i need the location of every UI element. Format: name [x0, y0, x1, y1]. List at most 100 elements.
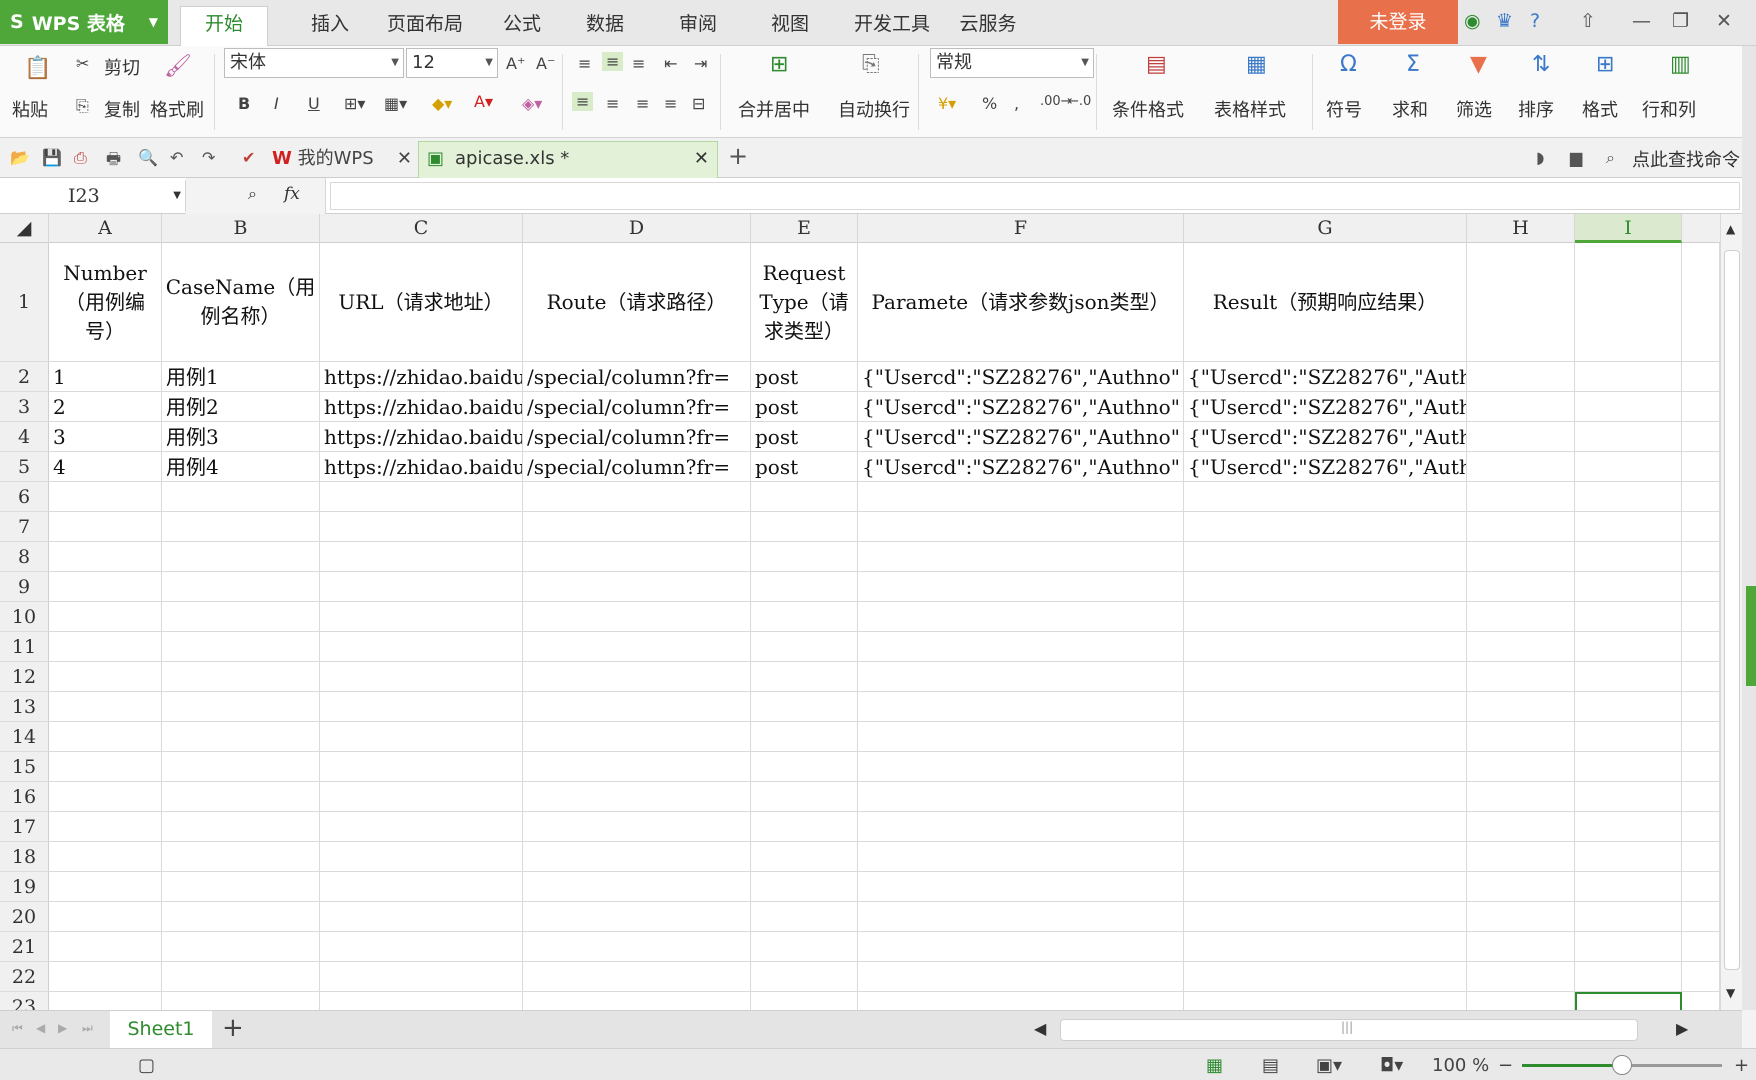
cell-i19[interactable] — [1575, 872, 1682, 902]
page-layout-view-icon[interactable]: ▣▾ — [1316, 1055, 1342, 1076]
cell-i14[interactable] — [1575, 722, 1682, 752]
cell-h11[interactable] — [1467, 632, 1575, 662]
cell-b3[interactable]: 用例2 — [162, 392, 320, 422]
cell-e16[interactable] — [751, 782, 858, 812]
number-format-select[interactable]: 常规 ▼ — [930, 48, 1094, 78]
formula-input[interactable] — [330, 182, 1740, 210]
row-header-7[interactable]: 7 — [0, 512, 49, 542]
cell-h8[interactable] — [1467, 542, 1575, 572]
cell-c3[interactable]: https://zhidao.baidu.com — [320, 392, 523, 422]
cell-i10[interactable] — [1575, 602, 1682, 632]
cell-c14[interactable] — [320, 722, 523, 752]
export-pdf-icon[interactable]: ⎙ — [74, 148, 87, 168]
cell-h15[interactable] — [1467, 752, 1575, 782]
cell-h5[interactable] — [1467, 452, 1575, 482]
cell-overflow19[interactable] — [1682, 872, 1720, 902]
cell-b20[interactable] — [162, 902, 320, 932]
font-name-select[interactable]: 宋体 ▼ — [224, 48, 404, 78]
filter-button[interactable]: 筛选 — [1456, 96, 1492, 122]
column-header-d[interactable]: D — [523, 214, 751, 243]
save-icon[interactable]: 💾 — [42, 148, 62, 167]
column-header-c[interactable]: C — [320, 214, 523, 243]
fullscreen-icon[interactable]: ◘▾ — [1380, 1055, 1403, 1076]
cell-a17[interactable] — [49, 812, 162, 842]
indent-increase-icon[interactable]: ⇥ — [694, 54, 707, 73]
cell-c13[interactable] — [320, 692, 523, 722]
cell-i15[interactable] — [1575, 752, 1682, 782]
italic-button[interactable]: I — [274, 94, 279, 113]
cell-a8[interactable] — [49, 542, 162, 572]
copy-button[interactable]: 复制 — [104, 96, 140, 122]
cell-overflow23[interactable] — [1682, 992, 1720, 1010]
cell-i9[interactable] — [1575, 572, 1682, 602]
cell-b23[interactable] — [162, 992, 320, 1010]
cell-h21[interactable] — [1467, 932, 1575, 962]
cell-i6[interactable] — [1575, 482, 1682, 512]
row-header-11[interactable]: 11 — [0, 632, 49, 662]
cell-d11[interactable] — [523, 632, 751, 662]
fill-pattern-icon[interactable]: ▦▾ — [384, 94, 407, 113]
vertical-scroll-thumb[interactable] — [1724, 250, 1740, 970]
cell-a23[interactable] — [49, 992, 162, 1010]
cell-e13[interactable] — [751, 692, 858, 722]
merge-center-icon[interactable]: ⊞ — [770, 52, 788, 77]
tab-developer[interactable]: 开发工具 — [842, 8, 942, 46]
cell-f3[interactable]: {"Usercd":"SZ28276","Authno" — [858, 392, 1184, 422]
indent-decrease-icon[interactable]: ⇤ — [664, 54, 677, 73]
cell-g14[interactable] — [1184, 722, 1467, 752]
tab-home[interactable]: 开始 — [180, 6, 268, 46]
cell-b5[interactable]: 用例4 — [162, 452, 320, 482]
comment-icon[interactable]: ▆ — [1570, 148, 1582, 167]
cell-c20[interactable] — [320, 902, 523, 932]
cell-h7[interactable] — [1467, 512, 1575, 542]
cell-i11[interactable] — [1575, 632, 1682, 662]
cell-h3[interactable] — [1467, 392, 1575, 422]
cell-b10[interactable] — [162, 602, 320, 632]
cell-g16[interactable] — [1184, 782, 1467, 812]
cell-d19[interactable] — [523, 872, 751, 902]
cell-f21[interactable] — [858, 932, 1184, 962]
font-size-select[interactable]: 12 ▼ — [406, 48, 498, 78]
cell-e2[interactable]: post — [751, 362, 858, 392]
cell-d7[interactable] — [523, 512, 751, 542]
row-header-17[interactable]: 17 — [0, 812, 49, 842]
normal-view-icon[interactable]: ▦ — [1206, 1055, 1223, 1076]
app-menu-button[interactable]: S WPS 表格 ▼ — [0, 0, 168, 44]
column-header-f[interactable]: F — [858, 214, 1184, 243]
cell-g23[interactable] — [1184, 992, 1467, 1010]
row-header-1[interactable]: 1 — [0, 243, 49, 362]
cell-f10[interactable] — [858, 602, 1184, 632]
cell-h23[interactable] — [1467, 992, 1575, 1010]
cell-a15[interactable] — [49, 752, 162, 782]
cell-i22[interactable] — [1575, 962, 1682, 992]
cell-overflow22[interactable] — [1682, 962, 1720, 992]
zoom-search-icon[interactable]: ⌕ — [248, 184, 257, 204]
cell-e12[interactable] — [751, 662, 858, 692]
scroll-down-icon[interactable]: ▼ — [1726, 986, 1735, 1000]
cell-e21[interactable] — [751, 932, 858, 962]
cell-b12[interactable] — [162, 662, 320, 692]
cell-g18[interactable] — [1184, 842, 1467, 872]
page-break-view-icon[interactable]: ▤ — [1262, 1055, 1279, 1076]
distribute-icon[interactable]: ⊟ — [692, 94, 705, 113]
cell-overflow5[interactable] — [1682, 452, 1720, 482]
browser-icon[interactable]: ◉ — [1464, 10, 1481, 32]
align-bottom-icon[interactable]: ≡ — [632, 54, 645, 73]
cell-overflow18[interactable] — [1682, 842, 1720, 872]
sheet-tab-sheet1[interactable]: Sheet1 — [110, 1011, 212, 1049]
cell-a10[interactable] — [49, 602, 162, 632]
fill-color-icon[interactable]: ◆▾ — [432, 94, 452, 113]
align-left-icon[interactable]: ≡ — [572, 92, 594, 111]
header-cell-e[interactable]: Request Type（请求类型） — [751, 243, 858, 362]
cell-f18[interactable] — [858, 842, 1184, 872]
cell-d9[interactable] — [523, 572, 751, 602]
row-header-9[interactable]: 9 — [0, 572, 49, 602]
cell-overflow8[interactable] — [1682, 542, 1720, 572]
cell-b16[interactable] — [162, 782, 320, 812]
cell-d22[interactable] — [523, 962, 751, 992]
cell-e5[interactable]: post — [751, 452, 858, 482]
cell-overflow13[interactable] — [1682, 692, 1720, 722]
cell-b14[interactable] — [162, 722, 320, 752]
cell-b19[interactable] — [162, 872, 320, 902]
comma-button[interactable]: , — [1014, 94, 1019, 113]
